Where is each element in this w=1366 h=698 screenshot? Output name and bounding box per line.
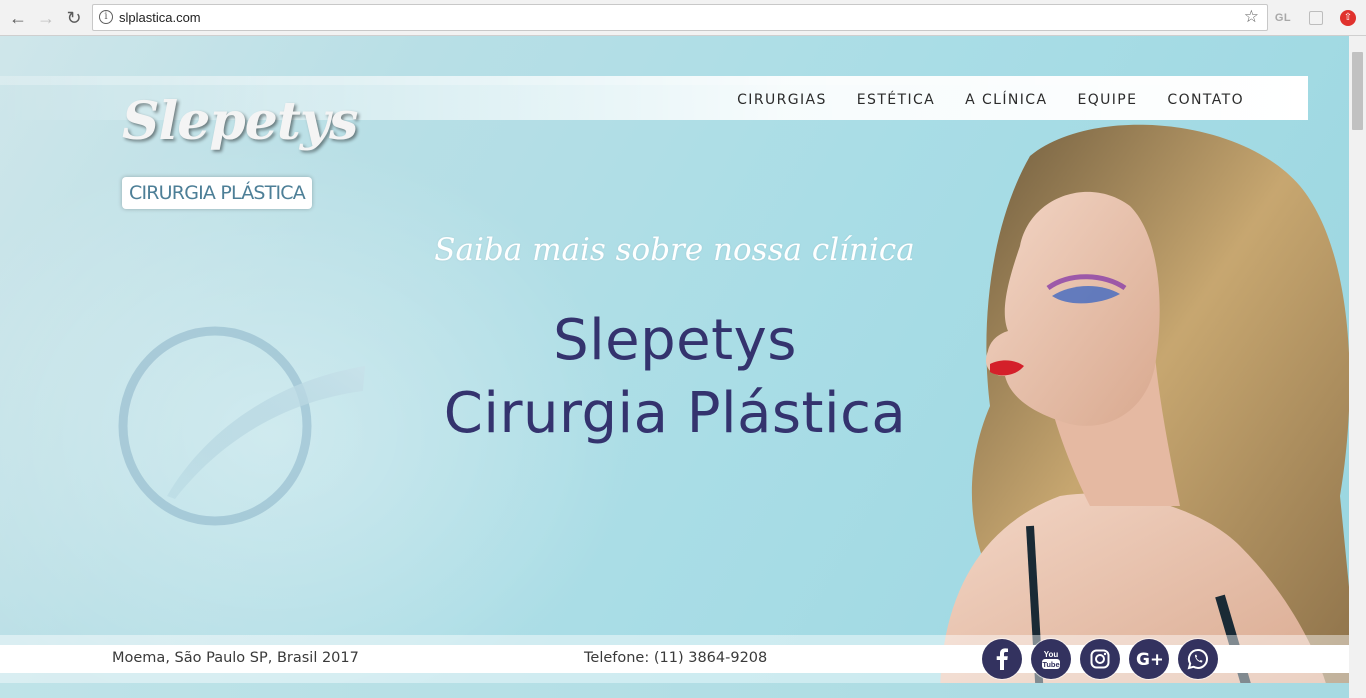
site-info-icon[interactable]: i [99, 10, 113, 24]
page-scrollbar[interactable] [1349, 36, 1366, 698]
model-photo [940, 124, 1349, 698]
footer-address: Moema, São Paulo SP, Brasil 2017 [112, 650, 359, 666]
social-links: You Tube G+ [982, 639, 1227, 679]
facebook-icon[interactable] [982, 639, 1022, 679]
browser-toolbar: ← → ↻ i slplastica.com ☆ GL ⇧ [0, 0, 1366, 36]
youtube-icon[interactable]: You Tube [1031, 639, 1071, 679]
back-arrow-icon[interactable]: ← [6, 6, 30, 30]
page-viewport: CIRURGIAS ESTÉTICA A CLÍNICA EQUIPE CONT… [0, 36, 1349, 698]
reload-icon[interactable]: ↻ [62, 6, 86, 30]
hero-title-line1: Slepetys [553, 308, 797, 373]
address-bar[interactable]: i slplastica.com ☆ [92, 4, 1268, 31]
gl-extension-label: GL [1274, 12, 1292, 24]
url-text[interactable]: slplastica.com [119, 10, 201, 25]
site-logo[interactable]: Slepetys CIRURGIA PLÁSTICA [118, 91, 358, 211]
gl-extension-icon[interactable]: GL [1273, 8, 1293, 28]
footer-phone: Telefone: (11) 3864-9208 [584, 650, 768, 666]
hero-subtitle-text: Saiba mais sobre nossa clínica [434, 232, 915, 268]
instagram-icon[interactable] [1080, 639, 1120, 679]
hero-title: Slepetys Cirurgia Plástica [400, 304, 950, 450]
scrollbar-thumb[interactable] [1352, 52, 1363, 130]
forward-arrow-icon[interactable]: → [34, 6, 58, 30]
menu-item-cirurgias[interactable]: CIRURGIAS [737, 92, 827, 108]
svg-text:G+: G+ [1136, 650, 1162, 668]
logo-badge-text: CIRURGIA PLÁSTICA [129, 182, 306, 204]
logo-script-text: Slepetys [122, 91, 358, 152]
logo-badge: CIRURGIA PLÁSTICA [122, 177, 312, 209]
extension-red-upload-icon[interactable]: ⇧ [1338, 8, 1358, 28]
svg-text:You: You [1044, 650, 1059, 659]
hero-title-line2: Cirurgia Plástica [443, 381, 907, 446]
google-plus-icon[interactable]: G+ [1129, 639, 1169, 679]
extension-box-icon[interactable] [1306, 8, 1326, 28]
bookmark-star-icon[interactable]: ☆ [1244, 7, 1259, 27]
decorative-emblem [118, 326, 365, 526]
svg-text:Tube: Tube [1042, 660, 1059, 669]
whatsapp-icon[interactable] [1178, 639, 1218, 679]
